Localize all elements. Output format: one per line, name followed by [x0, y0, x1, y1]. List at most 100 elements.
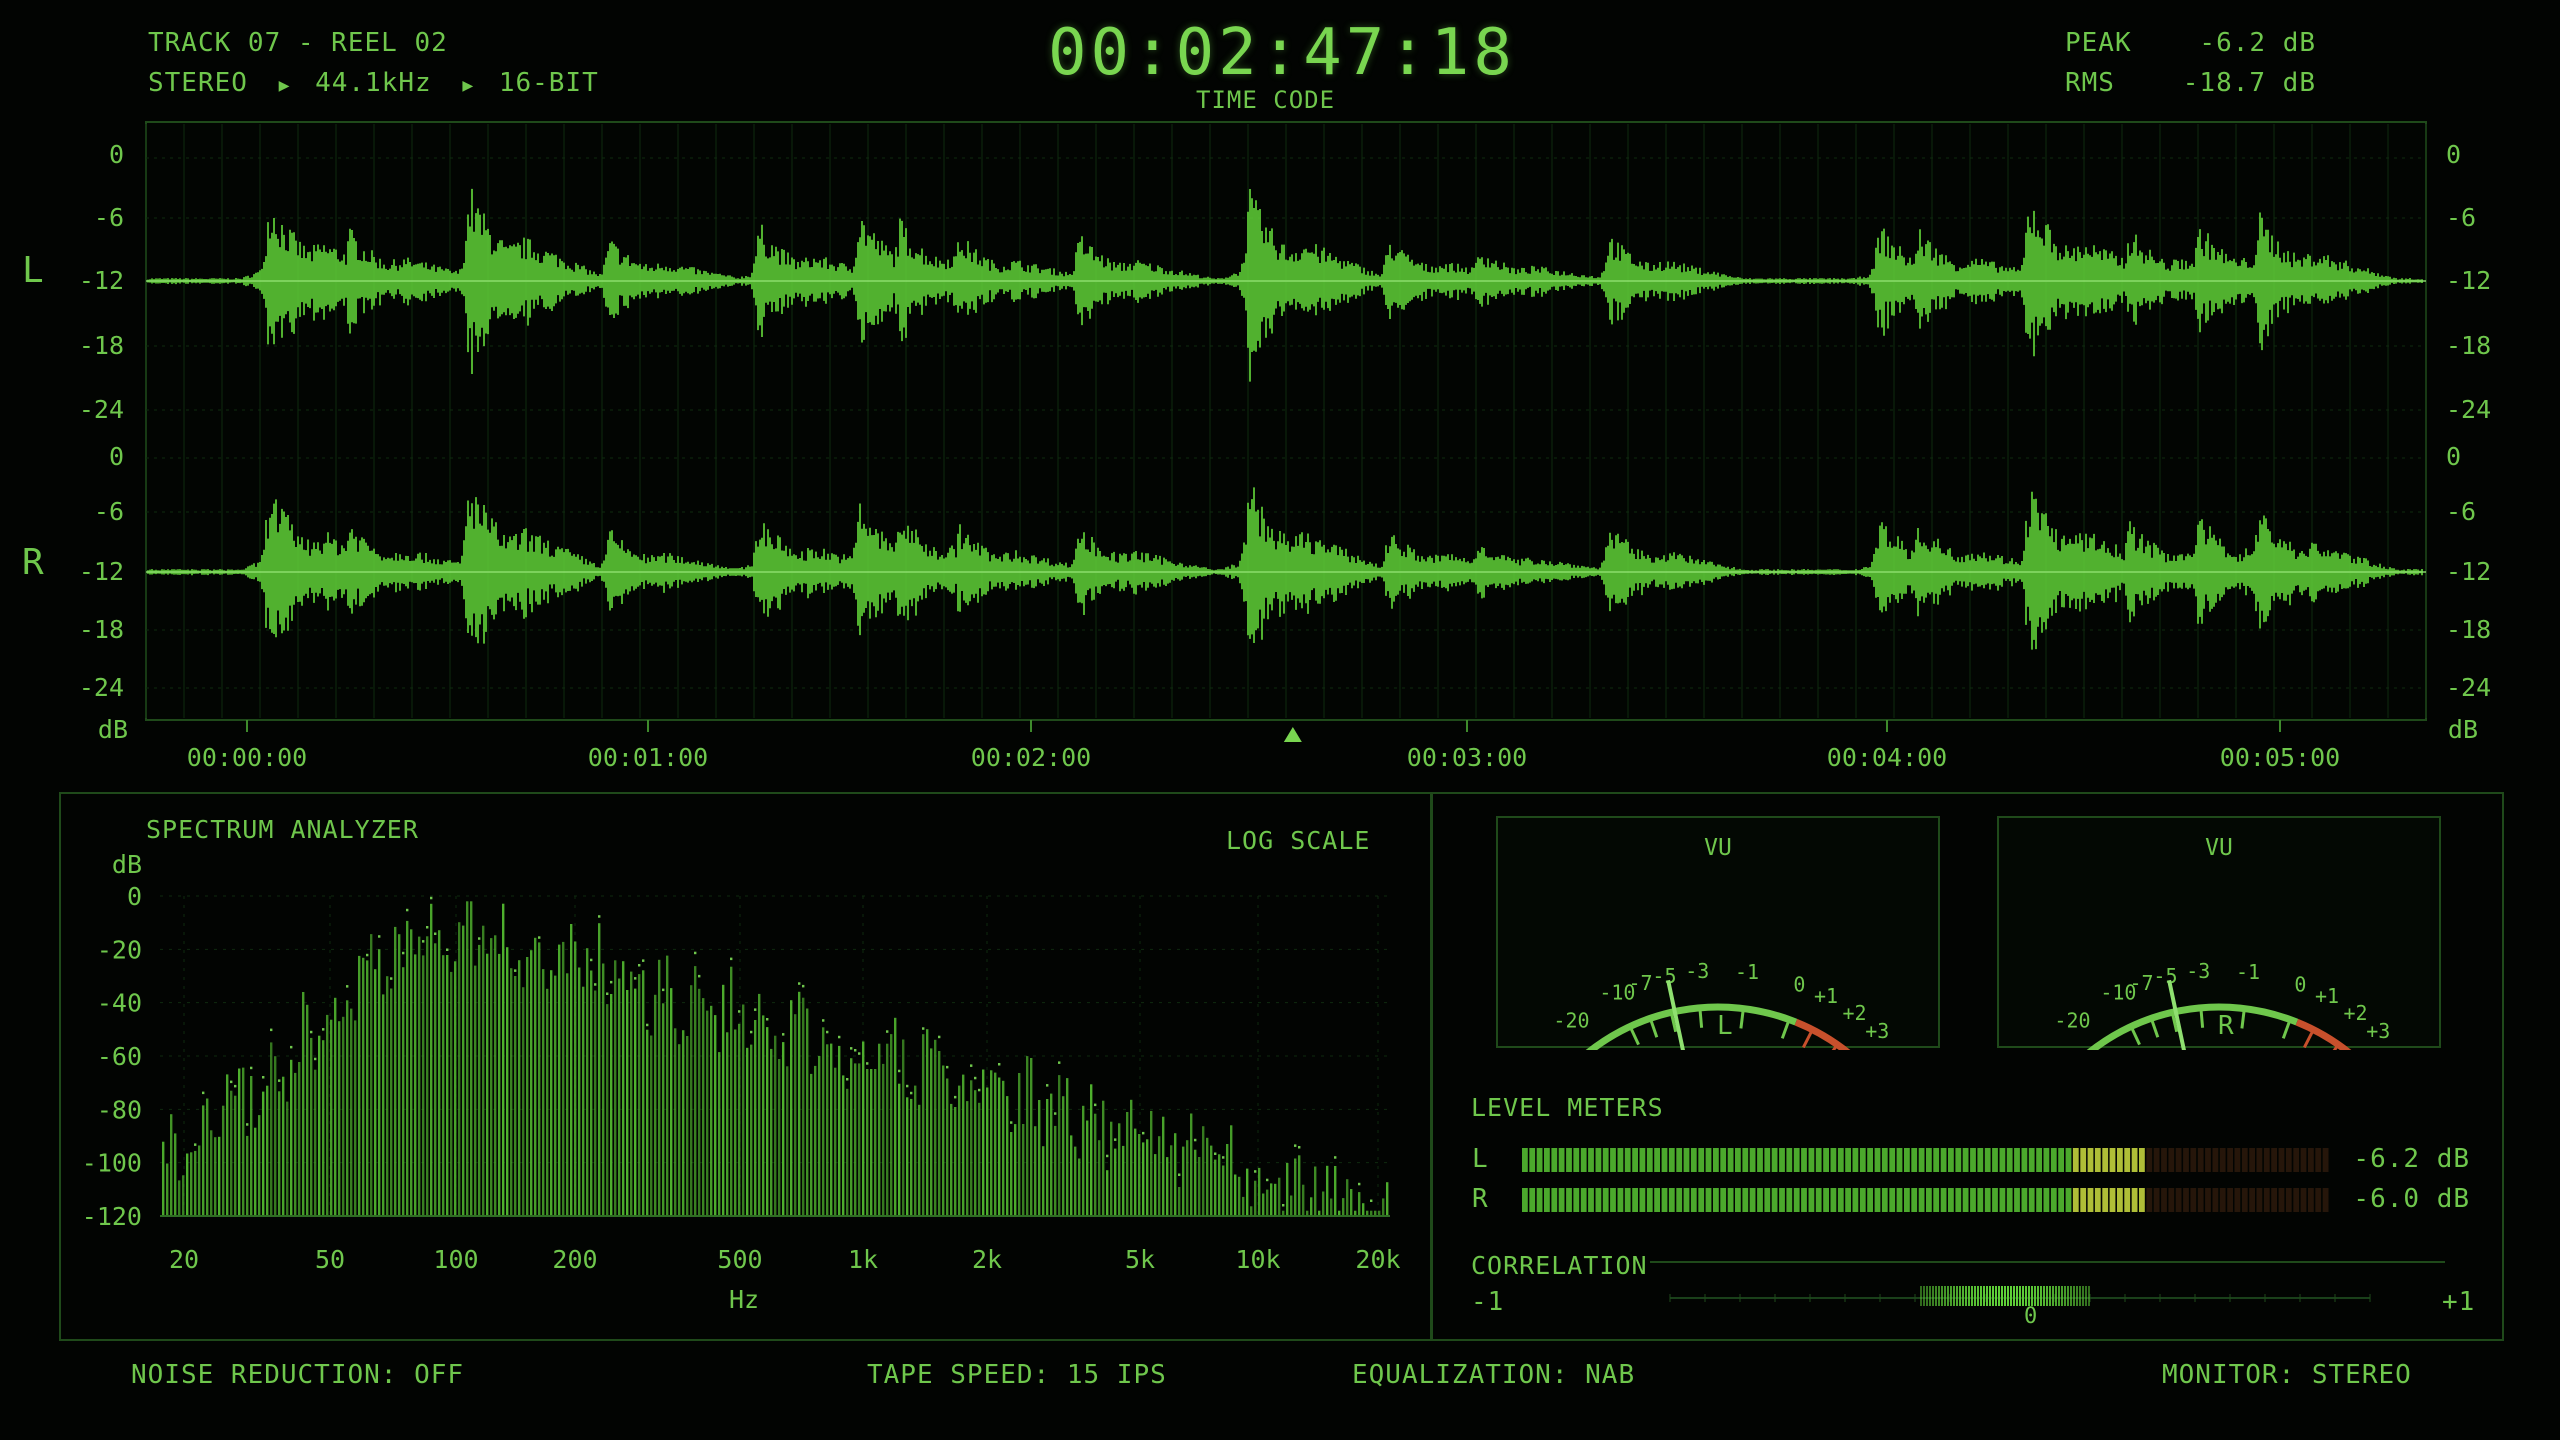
spectrum-peak-dot [1046, 1084, 1049, 1087]
level-meter-segment [2300, 1148, 2307, 1172]
spectrum-bar [1266, 1189, 1269, 1216]
spectrum-bar [762, 1015, 765, 1216]
spectrum-peak-dot [766, 1018, 769, 1021]
level-meter-segment [1904, 1148, 1910, 1172]
level-meter-segment [1911, 1188, 1918, 1212]
level-meter-segment [2175, 1148, 2182, 1172]
spectrum-bar [1254, 1180, 1257, 1216]
level-meter-segment [1808, 1188, 1815, 1212]
spectrum-bar [246, 1135, 249, 1216]
spectrum-bar [314, 1069, 317, 1216]
spectrum-bar [470, 901, 473, 1216]
level-meter-segment [1845, 1188, 1851, 1212]
spectrum-bar [726, 1032, 729, 1216]
level-meter-segment [2256, 1148, 2263, 1172]
spectrum-bar [1074, 1146, 1077, 1216]
level-meter-segment [1713, 1148, 1719, 1172]
correlation-min-label: -1 [1471, 1287, 1505, 1317]
vu-scale-label: -20 [1553, 1008, 1589, 1032]
correlation-bar [1977, 1286, 1979, 1306]
spectrum-bar [582, 986, 585, 1216]
spectrum-bar [1126, 1112, 1129, 1216]
correlation-bar [1923, 1286, 1925, 1306]
spectrum-peak-dot [1058, 1061, 1061, 1064]
frequency-tick-label: 5k [1125, 1245, 1155, 1274]
level-meter-segment [1926, 1148, 1932, 1172]
db-tick-label: -12 [2446, 266, 2491, 295]
spectrum-bar [1246, 1168, 1249, 1216]
spectrum-bar [786, 1066, 789, 1216]
spectrum-bar [1290, 1195, 1293, 1216]
spectrum-bar [542, 969, 545, 1216]
spectrum-bar [510, 968, 513, 1216]
waveform-display[interactable]: 0 0 -6 -6 -12 -12 -18 -18 -24 -24 0 0 -6 -6 -12 -12 -18 -… [0, 0, 2560, 780]
frequency-tick-label: 2k [972, 1245, 1002, 1274]
spectrum-bar [302, 992, 305, 1216]
level-meter-segment [2021, 1188, 2028, 1212]
spectrum-bar [210, 1130, 213, 1216]
level-meter-segment [1779, 1148, 1785, 1172]
level-meter-segment [1551, 1148, 1558, 1172]
spectrum-bar [186, 1153, 189, 1216]
correlation-bar [1956, 1286, 1958, 1306]
level-meter-segment [1867, 1188, 1873, 1212]
spectrum-bar [1070, 1135, 1073, 1216]
spectrum-bar [822, 1027, 825, 1216]
spectrum-bar [574, 941, 577, 1216]
level-meter-segment [1962, 1188, 1969, 1212]
spectrum-bar [1046, 1099, 1049, 1216]
correlation-bar [2043, 1286, 2045, 1306]
level-meter-segment [2080, 1188, 2087, 1212]
level-meter-segment [1948, 1148, 1954, 1172]
level-meter-segment [1558, 1188, 1565, 1212]
level-meter-segment [2197, 1148, 2204, 1172]
spectrum-bar [674, 1028, 677, 1216]
db-tick-label: -6 [2446, 203, 2476, 232]
vu-title: VU [1704, 835, 1732, 861]
level-meter-segment [1544, 1188, 1550, 1212]
db-tick-label: 0 [109, 442, 124, 471]
spectrum-bar [706, 1010, 709, 1216]
spectrum-bar [854, 1063, 857, 1216]
spectrum-bar [1102, 1100, 1105, 1216]
level-meter-segment [1639, 1148, 1646, 1172]
spectrum-bar [966, 1101, 969, 1216]
spectrum-bar [886, 1043, 889, 1216]
spectrum-bar [730, 966, 733, 1216]
spectrum-bar [1298, 1155, 1301, 1216]
spectrum-peak-dot [838, 1035, 841, 1039]
spectrum-bar [954, 1107, 957, 1216]
level-meter-segment [2146, 1188, 2153, 1212]
level-meter-segment [2205, 1148, 2211, 1172]
spectrum-bar [1034, 1126, 1037, 1216]
correlation-bar [2055, 1286, 2057, 1306]
spectrum-bar [1342, 1198, 1345, 1216]
level-meter-segment [1595, 1148, 1602, 1172]
level-meter-segment [2050, 1148, 2057, 1172]
level-meter-segment [1918, 1148, 1925, 1172]
db-tick-label: -6 [94, 497, 124, 526]
spectrum-bar [1190, 1113, 1193, 1216]
level-meter-segment [2241, 1188, 2248, 1212]
spectrum-bar [1058, 1075, 1061, 1216]
spectrum-bar [562, 941, 565, 1216]
level-meter-segment [2102, 1188, 2109, 1212]
level-meter-segment [2043, 1188, 2050, 1212]
spectrum-bar [1286, 1163, 1289, 1216]
correlation-bar [2061, 1286, 2063, 1306]
playhead-marker-icon[interactable] [1283, 727, 1302, 742]
correlation-bar [1980, 1286, 1982, 1306]
level-meter-segment [1742, 1148, 1749, 1172]
spectrum-bar [814, 1065, 817, 1216]
correlation-bar [2088, 1286, 2090, 1306]
level-meter-segment [1859, 1188, 1866, 1212]
spectrum-peak-dot [322, 1028, 325, 1031]
spectrum-bar [1242, 1196, 1245, 1216]
spectrum-bar [742, 1004, 745, 1216]
level-meter-segment [2241, 1148, 2248, 1172]
level-meter-segment [2080, 1148, 2087, 1172]
vu-scale-label: -3 [2186, 959, 2210, 983]
level-meter-segment [1874, 1188, 1881, 1212]
level-meter-segment [2227, 1188, 2233, 1212]
spectrum-peak-dot [898, 1069, 901, 1073]
